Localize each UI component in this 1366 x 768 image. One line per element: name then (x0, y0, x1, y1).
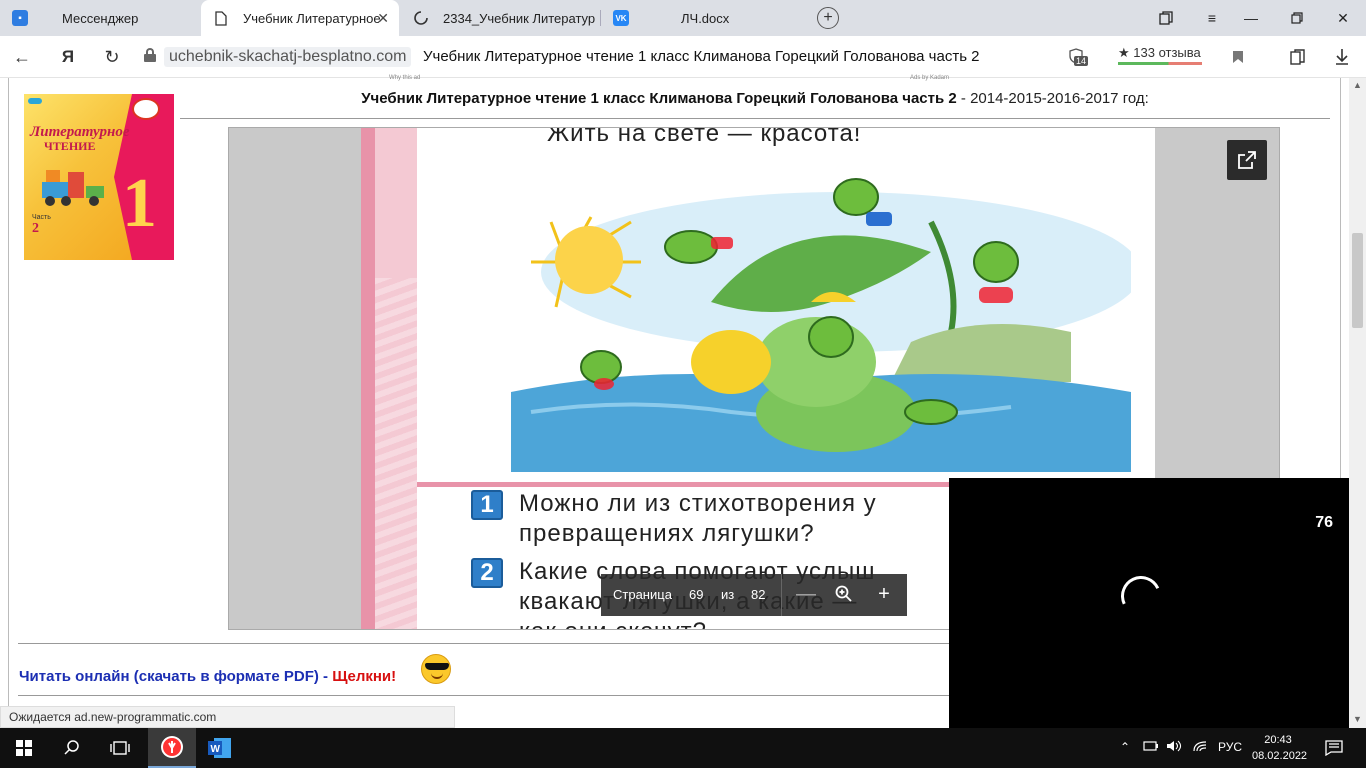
scroll-down-icon[interactable]: ▼ (1353, 714, 1362, 724)
page-total: 82 (751, 587, 766, 602)
tab-docx[interactable]: VK ЛЧ.docx (601, 0, 801, 36)
collections-icon[interactable] (1287, 46, 1309, 68)
question-2-badge: 2 (471, 558, 503, 588)
volume-icon[interactable] (1166, 740, 1182, 755)
sunglasses-emoji-icon (421, 654, 451, 684)
question-1-badge: 1 (471, 490, 503, 520)
zoom-out-button[interactable]: — (793, 580, 819, 608)
publisher-dot (28, 98, 42, 104)
page-heading: Учебник Литературное чтение 1 класс Клим… (361, 90, 1149, 107)
loading-icon (413, 10, 429, 26)
cover-title-2: ЧТЕНИЕ (44, 139, 96, 153)
page-of-label: из (721, 587, 735, 602)
tab-bar: ▪ Мессенджер Учебник Литературное ✕ 2334… (0, 0, 1366, 36)
open-external-icon[interactable] (1227, 140, 1267, 180)
question-2-line-3: как они скачут? (519, 618, 707, 629)
book-cover-image[interactable]: Литературное ЧТЕНИЕ 1 Часть 2 (24, 94, 174, 260)
click-link[interactable]: Щелкни! (332, 668, 396, 685)
tab-messenger[interactable]: ▪ Мессенджер (0, 0, 200, 36)
close-window-button[interactable]: ✕ (1320, 0, 1366, 36)
battery-icon[interactable] (1143, 740, 1159, 755)
cover-part-label: Часть (32, 214, 51, 221)
protect-badge: 14 (1074, 56, 1089, 66)
download-icon[interactable] (1331, 46, 1353, 68)
cover-logo (132, 98, 160, 120)
status-bar: Ожидается ad.new-programmatic.com (0, 706, 455, 728)
content-border-left (8, 78, 9, 728)
address-page-title[interactable]: Учебник Литературное чтение 1 класс Клим… (423, 48, 980, 65)
yandex-browser-taskbar-icon[interactable] (148, 728, 196, 768)
new-tab-button[interactable]: + (817, 7, 839, 29)
page-floral-pattern (375, 278, 417, 629)
scroll-up-icon[interactable]: ▲ (1353, 80, 1362, 90)
cover-train-illustration (42, 170, 104, 206)
tabs-manager-icon[interactable] (1143, 0, 1189, 36)
page-current-input[interactable]: 69 (689, 587, 703, 602)
search-icon[interactable] (48, 728, 96, 768)
loading-spinner-icon (1115, 570, 1167, 622)
url-domain[interactable]: uchebnik-skachatj-besplatno.com (164, 47, 412, 67)
windows-start-icon[interactable] (0, 728, 48, 768)
page-label: Страница (613, 587, 672, 602)
cover-part-number: 2 (32, 221, 39, 236)
reviews-badge[interactable]: ★ 133 отзыва (1118, 45, 1202, 65)
lock-icon[interactable] (144, 48, 156, 62)
minimize-button[interactable]: — (1228, 0, 1274, 36)
cover-grade-number: 1 (122, 165, 157, 242)
network-icon[interactable] (1192, 740, 1208, 755)
page-edge-pink (361, 128, 375, 629)
back-arrow-icon[interactable]: ← (10, 45, 34, 69)
windows-taskbar: W ⌃ РУС 20:43 08.02.2022 (0, 728, 1366, 768)
pdf-toolbar: Страница 69 из 82 — + (601, 574, 907, 616)
zoom-in-button[interactable]: + (871, 580, 897, 608)
document-icon (213, 10, 229, 26)
address-bar: ← Я ↻ uchebnik-skachatj-besplatno.com Уч… (0, 36, 1366, 78)
reload-icon[interactable]: ↻ (100, 45, 124, 69)
overlay-counter: 76 (1315, 514, 1333, 531)
read-online-link[interactable]: Читать онлайн (скачать в формате PDF) - … (19, 668, 396, 685)
messenger-icon: ▪ (12, 10, 28, 26)
frogs-pond-illustration (511, 178, 1131, 472)
word-taskbar-icon[interactable]: W (196, 728, 244, 768)
reviews-rating-bar (1118, 62, 1202, 65)
heading-divider (180, 118, 1330, 119)
close-tab-icon[interactable]: ✕ (377, 10, 389, 27)
ad-note-right[interactable]: Ads by Kadam (910, 75, 949, 81)
question-1-line-1: Можно ли из стихотворения у (519, 490, 877, 517)
video-overlay-popup[interactable]: 76 (949, 478, 1349, 728)
yandex-icon[interactable]: Я (56, 45, 80, 69)
page-scrollbar[interactable]: ▲ ▼ (1349, 78, 1366, 728)
restore-button[interactable] (1274, 0, 1320, 36)
vk-icon: VK (613, 10, 629, 26)
task-view-icon[interactable] (96, 728, 144, 768)
bookmark-icon[interactable] (1227, 46, 1249, 68)
language-indicator[interactable]: РУС (1218, 740, 1242, 754)
system-clock[interactable]: 20:43 08.02.2022 (1252, 732, 1307, 764)
notifications-icon[interactable] (1325, 740, 1343, 759)
tray-chevron-icon[interactable]: ⌃ (1120, 740, 1130, 754)
toolbar-separator (781, 574, 782, 616)
question-1-line-2: превращениях лягушки? (519, 520, 815, 547)
svg-text:W: W (211, 744, 221, 755)
ad-note-left[interactable]: Why this ad (389, 75, 420, 81)
tab-textbook[interactable]: Учебник Литературное ✕ (201, 0, 399, 36)
zoom-icon[interactable] (831, 580, 857, 608)
scrollbar-thumb[interactable] (1352, 233, 1363, 328)
book-headline: Жить на свете — красота! (547, 128, 862, 147)
tab-pdf-loading[interactable]: 2334_Учебник Литератур (401, 0, 597, 36)
